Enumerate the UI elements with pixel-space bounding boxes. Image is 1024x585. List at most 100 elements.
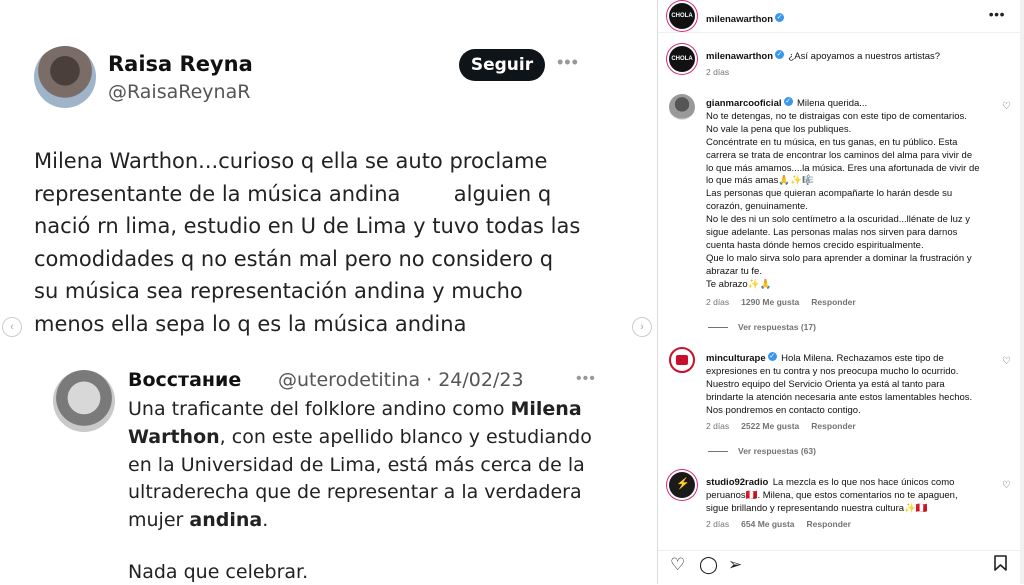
- avatar[interactable]: [669, 472, 695, 498]
- quote-ellipsis-icon: •••: [576, 370, 596, 387]
- tweet-line: nació rn lima, estudio en U de Lima y tu…: [34, 214, 581, 238]
- quote-text-part: Una traficante del folklore andino como: [128, 398, 511, 420]
- author-avatar: [34, 46, 96, 108]
- quote-text-bold: Milena: [510, 398, 582, 420]
- caption: milenawarthon ✓ ¿Así apoyamos a nuestros …: [706, 49, 1006, 64]
- avatar[interactable]: CHOLA: [669, 46, 695, 72]
- comment-time: 2 días: [706, 421, 730, 431]
- action-bar: ♡ ◯ ➢: [658, 550, 1024, 585]
- comment-text: La mezcla es lo que nos hace únicos como: [772, 477, 955, 488]
- comment-likes[interactable]: 1290 Me gusta: [741, 297, 799, 307]
- comment: studio92radio La mezcla es lo que nos ha…: [706, 475, 1006, 516]
- tweet-line: representante de la música andina alguie…: [34, 181, 552, 206]
- comment-likes[interactable]: 654 Me gusta: [741, 519, 794, 529]
- comment-text: carrera se trata de encontrar los camino…: [706, 149, 973, 161]
- comment-time: 2 días: [706, 297, 730, 307]
- comment-text: No te detengas, no te distraigas con est…: [706, 110, 967, 122]
- view-replies-label: Ver respuestas (17): [738, 322, 816, 332]
- avatar[interactable]: CHOLA: [669, 3, 695, 29]
- quote-avatar: [53, 370, 115, 432]
- comment-text: Nuestro equipo del Servicio Orienta ya e…: [706, 378, 945, 390]
- comment-meta: 2 días 1290 Me gusta Responder: [706, 297, 868, 307]
- reply-button[interactable]: Responder: [807, 519, 851, 529]
- comment-username[interactable]: gianmarcooficial: [706, 98, 782, 109]
- quote-text-part: mujer: [128, 509, 190, 532]
- comment-text: sigue adelante. Las personas malas nos s…: [706, 227, 958, 239]
- comment-text: Milena querida...: [796, 98, 868, 109]
- comment-text: corazón, genuinamente.: [706, 201, 808, 213]
- view-replies-button[interactable]: Ver respuestas (63): [708, 446, 816, 456]
- author-handle: @RaisaReynaR: [108, 81, 251, 103]
- comment-text: expresiones en tu contra y nos preocupa …: [706, 365, 959, 377]
- more-options-icon[interactable]: •••: [989, 6, 1005, 22]
- quote-text-line: en la Universidad de Lima, está más cerc…: [128, 453, 585, 476]
- quote-text-part: , con este apellido blanco y estudiando: [219, 425, 592, 448]
- quote-text-line: ultraderecha que de representar a la ver…: [128, 481, 582, 504]
- verified-icon: ✓: [775, 50, 785, 60]
- tweet-line: Milena Warthon...curioso q ella se auto …: [34, 149, 548, 173]
- avatar-text: CHOLA: [671, 13, 693, 19]
- scrollbar[interactable]: [1020, 0, 1024, 584]
- quote-text-line: Nada que celebrar.: [128, 561, 309, 583]
- avatar-text: CHOLA: [671, 56, 693, 62]
- comment-meta: 2 días 2522 Me gusta Responder: [706, 421, 868, 431]
- tweet-line: menos ella sepa lo q es la música andina: [34, 311, 467, 336]
- comment-text: lo que más amamos....la música. Eres una…: [706, 162, 980, 174]
- follow-button: Seguir: [459, 49, 545, 81]
- comment-text: abrazar tu fe.: [706, 265, 762, 277]
- next-arrow-icon[interactable]: ›: [632, 317, 652, 337]
- quote-handle-date: @uterodetitina · 24/02/23: [278, 369, 524, 391]
- prev-arrow-icon[interactable]: ‹: [2, 317, 22, 337]
- tweet-line: comodidades q no están mal pero no consi…: [34, 246, 554, 271]
- like-heart-icon[interactable]: ♡: [1002, 480, 1011, 491]
- comment-text: Las personas que quieran acompañarte lo …: [706, 188, 953, 200]
- comment-icon[interactable]: ◯: [699, 555, 718, 575]
- comment-meta: 2 días 654 Me gusta Responder: [706, 519, 863, 529]
- quote-text-bold: andina: [189, 509, 263, 532]
- comment-username[interactable]: studio92radio: [706, 477, 768, 488]
- caption-time: 2 días: [706, 67, 730, 77]
- post-image: Raisa Reyna @RaisaReynaR Seguir ••• Mile…: [0, 0, 657, 584]
- comment-username[interactable]: minculturape: [706, 353, 766, 364]
- reply-button[interactable]: Responder: [811, 297, 855, 307]
- ellipsis-icon: •••: [557, 52, 579, 72]
- comment-likes[interactable]: 2522 Me gusta: [741, 421, 799, 431]
- tweet-text: Milena Warthon...curioso q ella se auto …: [34, 145, 594, 340]
- comment-text: No le des ni un solo centímetro a la osc…: [706, 214, 971, 226]
- bookmark-icon[interactable]: [994, 555, 1007, 576]
- verified-icon: ✓: [775, 13, 785, 23]
- comment-text: cuenta hasta dónde hemos crecido espirit…: [706, 239, 924, 251]
- quote-name: Восстание: [128, 369, 242, 391]
- like-heart-icon[interactable]: ♡: [1002, 356, 1011, 367]
- comment-text: lo que más amas🙏✨🎼: [706, 175, 814, 187]
- avatar[interactable]: [669, 94, 695, 120]
- header-username[interactable]: milenawarthon: [706, 14, 773, 25]
- comment-text: Concéntrate en tu música, en tus ganas, …: [706, 136, 958, 148]
- comment-text: No vale la pena que los publiques.: [706, 123, 852, 135]
- view-replies-button[interactable]: Ver respuestas (17): [708, 322, 816, 332]
- comments-panel: CHOLA milenawarthon ✓ ••• CHOLA milenawar…: [657, 0, 1024, 584]
- comment-text: Te abrazo✨🙏: [706, 278, 772, 290]
- comment-text: Hola Milena. Rechazamos este tipo de: [781, 353, 944, 364]
- comment: gianmarcooficial ✓ Milena querida... No t…: [706, 96, 1006, 292]
- caption-text: ¿Así apoyamos a nuestros artistas?: [788, 51, 941, 62]
- comment-text: peruanos🇵🇪. Milena, que estos comentario…: [706, 489, 958, 501]
- view-replies-label: Ver respuestas (63): [738, 446, 816, 456]
- quote-text-bold: Warthon: [128, 425, 220, 448]
- comment-time: 2 días: [706, 519, 730, 529]
- reply-button[interactable]: Responder: [811, 421, 855, 431]
- share-icon[interactable]: ➢: [728, 555, 742, 575]
- heart-icon[interactable]: ♡: [670, 555, 685, 575]
- panel-header: CHOLA milenawarthon ✓ •••: [658, 0, 1024, 33]
- tweet-line: su música sea representación andina y mu…: [34, 279, 523, 303]
- verified-icon: ✓: [767, 352, 777, 362]
- comment-text: sigue brillando y representando nuestra …: [706, 502, 928, 514]
- quote-text-part: .: [262, 509, 269, 532]
- comment-text: Nos pondremos en contacto contigo.: [706, 404, 861, 416]
- verified-icon: ✓: [783, 97, 793, 107]
- caption-username[interactable]: milenawarthon: [706, 51, 773, 62]
- avatar[interactable]: [669, 347, 695, 373]
- quote-text: Una traficante del folklore andino como …: [128, 396, 598, 535]
- comment-text: brindarte la atención necesaria ante est…: [706, 391, 973, 403]
- like-heart-icon[interactable]: ♡: [1002, 101, 1011, 112]
